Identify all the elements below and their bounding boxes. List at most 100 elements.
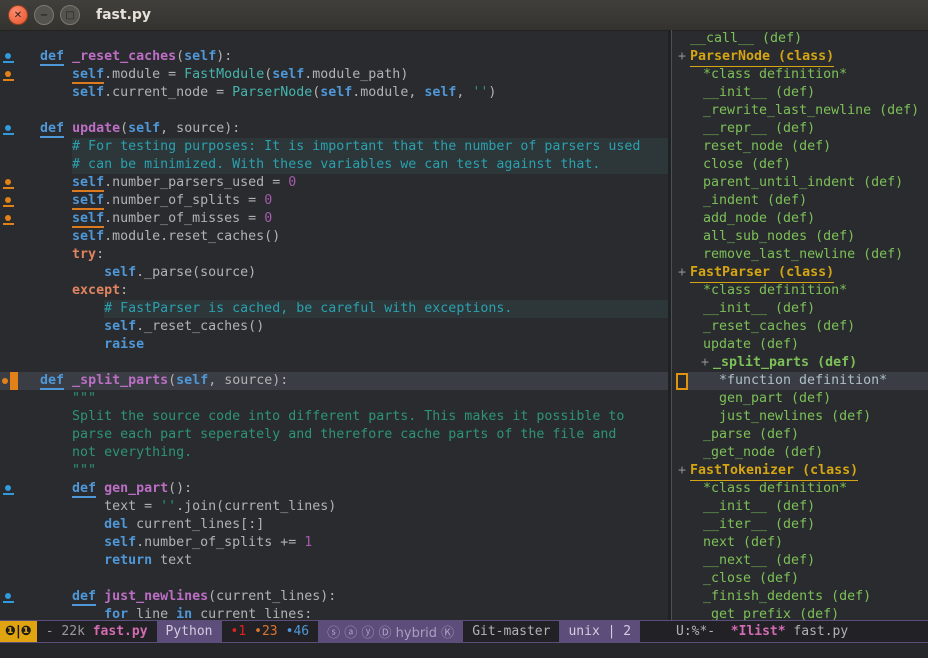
- code-token: [8, 138, 72, 156]
- code-token: current_lines:: [192, 606, 312, 620]
- code-line[interactable]: [0, 30, 668, 48]
- sidebar-item[interactable]: update (def): [672, 336, 928, 354]
- modeline-right[interactable]: U:%*- *Ilist* fast.py: [668, 621, 928, 642]
- expand-icon[interactable]: +: [701, 354, 709, 372]
- code-line[interactable]: return text: [0, 552, 668, 570]
- code-token: .number_of_splits +=: [136, 534, 304, 552]
- code-line[interactable]: for line in current_lines:: [0, 606, 668, 620]
- code-line[interactable]: def update(self, source):: [0, 120, 668, 138]
- code-line[interactable]: [0, 570, 668, 588]
- sidebar-item[interactable]: _get_node (def): [672, 444, 928, 462]
- code-line[interactable]: """: [0, 390, 668, 408]
- minimize-button[interactable]: −: [34, 5, 54, 25]
- code-line[interactable]: self.number_of_splits = 0: [0, 192, 668, 210]
- expand-icon[interactable]: +: [678, 264, 686, 282]
- sidebar-item[interactable]: next (def): [672, 534, 928, 552]
- code-line[interactable]: # For testing purposes: It is important …: [0, 138, 668, 156]
- code-editor-window[interactable]: def _reset_caches(self): self.module = F…: [0, 30, 668, 620]
- code-token: # FastParser is cached, be careful with …: [104, 300, 668, 318]
- expand-icon[interactable]: +: [678, 462, 686, 480]
- major-mode-segment[interactable]: Python: [157, 621, 222, 642]
- code-line[interactable]: self.module.reset_caches(): [0, 228, 668, 246]
- imenu-sidebar[interactable]: __call__ (def)+ParserNode (class)*class …: [672, 30, 928, 620]
- code-line[interactable]: except:: [0, 282, 668, 300]
- sidebar-item[interactable]: _indent (def): [672, 192, 928, 210]
- code-line[interactable]: Split the source code into different par…: [0, 408, 668, 426]
- code-line[interactable]: parse each part seperately and therefore…: [0, 426, 668, 444]
- code-token: [64, 120, 72, 138]
- sidebar-item[interactable]: *class definition*: [672, 66, 928, 84]
- code-line[interactable]: def _split_parts(self, source):: [0, 372, 668, 390]
- code-line[interactable]: self.current_node = ParserNode(self.modu…: [0, 84, 668, 102]
- code-token: [8, 156, 72, 174]
- sidebar-item[interactable]: __init__ (def): [672, 84, 928, 102]
- sidebar-item[interactable]: _rewrite_last_newline (def): [672, 102, 928, 120]
- sidebar-item[interactable]: add_node (def): [672, 210, 928, 228]
- sidebar-item[interactable]: close (def): [672, 156, 928, 174]
- sidebar-item-label: _rewrite_last_newline (def): [703, 102, 919, 120]
- code-line[interactable]: text = ''.join(current_lines): [0, 498, 668, 516]
- flycheck-segment[interactable]: •1•23•46: [222, 621, 319, 642]
- code-line[interactable]: # FastParser is cached, be careful with …: [0, 300, 668, 318]
- sidebar-item[interactable]: __init__ (def): [672, 498, 928, 516]
- code-token: self: [72, 192, 104, 210]
- code-line[interactable]: self._reset_caches(): [0, 318, 668, 336]
- git-branch-segment[interactable]: Git-master: [463, 621, 559, 642]
- code-token: # can be minimized. With these variables…: [72, 156, 668, 174]
- sidebar-item[interactable]: just_newlines (def): [672, 408, 928, 426]
- sidebar-item-label: close (def): [703, 156, 791, 174]
- sidebar-item[interactable]: +_split_parts (def): [672, 354, 928, 372]
- sidebar-item[interactable]: +FastParser (class): [672, 264, 928, 282]
- sidebar-item[interactable]: __iter__ (def): [672, 516, 928, 534]
- sidebar-item[interactable]: gen_part (def): [672, 390, 928, 408]
- code-line[interactable]: """: [0, 462, 668, 480]
- code-token: 0: [288, 174, 296, 192]
- sidebar-item[interactable]: __next__ (def): [672, 552, 928, 570]
- code-line[interactable]: raise: [0, 336, 668, 354]
- sidebar-item[interactable]: _reset_caches (def): [672, 318, 928, 336]
- code-line[interactable]: def _reset_caches(self):: [0, 48, 668, 66]
- sidebar-item[interactable]: __call__ (def): [672, 30, 928, 48]
- sidebar-item[interactable]: __init__ (def): [672, 300, 928, 318]
- code-line[interactable]: self.number_of_splits += 1: [0, 534, 668, 552]
- code-line[interactable]: not everything.: [0, 444, 668, 462]
- code-line[interactable]: def just_newlines(current_lines):: [0, 588, 668, 606]
- code-line[interactable]: # can be minimized. With these variables…: [0, 156, 668, 174]
- code-token: [8, 462, 72, 480]
- code-line[interactable]: self._parse(source): [0, 264, 668, 282]
- buffer-info-segment[interactable]: - 22k fast.py: [37, 621, 157, 642]
- sidebar-item[interactable]: *class definition*: [672, 282, 928, 300]
- sidebar-item[interactable]: +ParserNode (class): [672, 48, 928, 66]
- code-token: .current_node =: [104, 84, 232, 102]
- sidebar-item[interactable]: _finish_dedents (def): [672, 588, 928, 606]
- code-token: 0: [264, 210, 272, 228]
- sidebar-item[interactable]: +FastTokenizer (class): [672, 462, 928, 480]
- code-line[interactable]: [0, 354, 668, 372]
- sidebar-item[interactable]: _parse (def): [672, 426, 928, 444]
- sidebar-item[interactable]: *class definition*: [672, 480, 928, 498]
- code-line[interactable]: del current_lines[:]: [0, 516, 668, 534]
- maximize-button[interactable]: □: [60, 5, 80, 25]
- code-token: FastModule: [184, 66, 264, 84]
- minor-mode-lighters[interactable]: ⓢ ⓐ ⓨ Ⓓ hybrid Ⓚ: [318, 621, 463, 642]
- sidebar-item[interactable]: remove_last_newline (def): [672, 246, 928, 264]
- sidebar-item[interactable]: _close (def): [672, 570, 928, 588]
- code-token: text =: [8, 498, 160, 516]
- echo-area[interactable]: [0, 643, 928, 658]
- code-line[interactable]: self.module = FastModule(self.module_pat…: [0, 66, 668, 84]
- sidebar-item[interactable]: parent_until_indent (def): [672, 174, 928, 192]
- code-line[interactable]: [0, 102, 668, 120]
- code-line[interactable]: self.number_parsers_used = 0: [0, 174, 668, 192]
- sidebar-item[interactable]: *function definition*: [672, 372, 928, 390]
- code-line[interactable]: self.number_of_misses = 0: [0, 210, 668, 228]
- encoding-segment[interactable]: unix | 2: [559, 621, 640, 642]
- code-line[interactable]: try:: [0, 246, 668, 264]
- expand-icon[interactable]: +: [678, 48, 686, 66]
- sidebar-item[interactable]: __repr__ (def): [672, 120, 928, 138]
- code-line[interactable]: def gen_part():: [0, 480, 668, 498]
- sidebar-item[interactable]: reset_node (def): [672, 138, 928, 156]
- close-button[interactable]: ✕: [8, 5, 28, 25]
- sidebar-item[interactable]: all_sub_nodes (def): [672, 228, 928, 246]
- buffer-status: U:%*-: [676, 624, 715, 639]
- sidebar-item[interactable]: _get_prefix (def): [672, 606, 928, 620]
